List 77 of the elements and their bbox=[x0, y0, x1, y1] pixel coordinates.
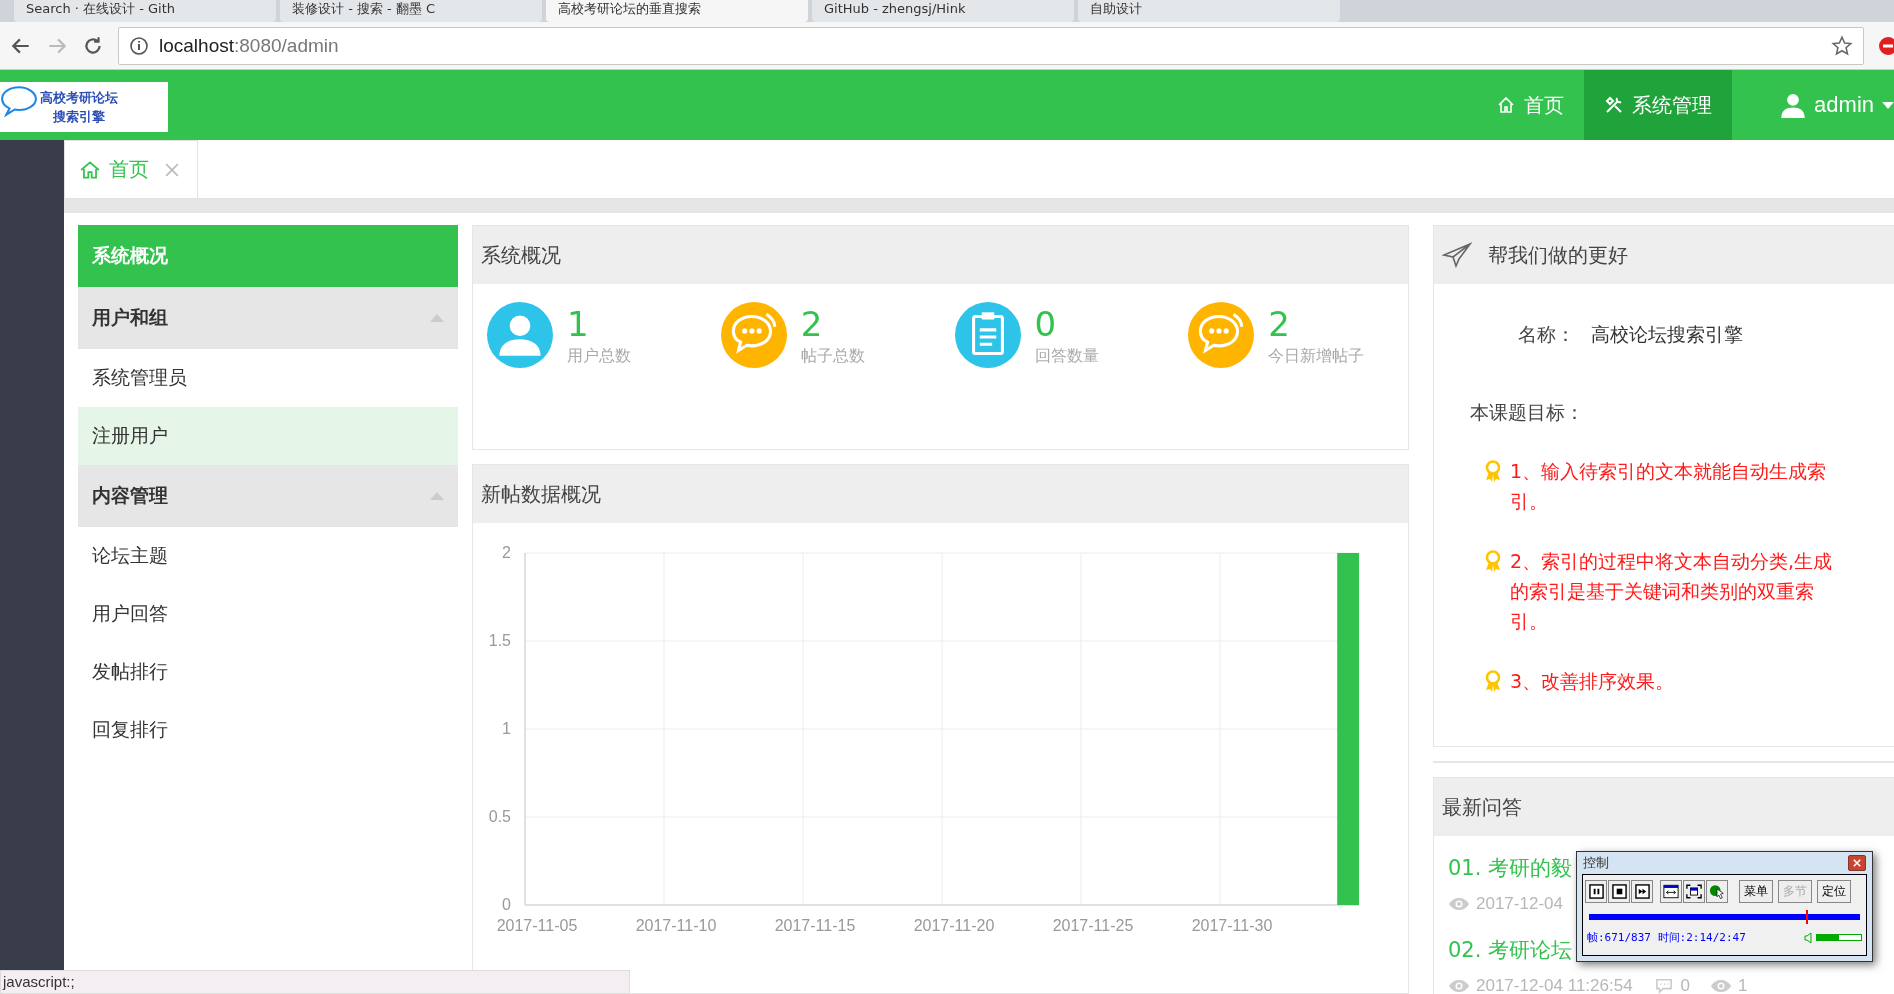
info-icon bbox=[129, 35, 149, 56]
menu-item[interactable]: 回复排行 bbox=[78, 701, 458, 759]
pause-button[interactable] bbox=[1585, 879, 1607, 903]
recorder-button[interactable]: 定位 bbox=[1817, 879, 1851, 903]
stat-label: 用户总数 bbox=[567, 346, 631, 367]
axis-label: 0.5 bbox=[488, 808, 511, 825]
caret-icon bbox=[1882, 101, 1894, 109]
collapse-icon bbox=[430, 492, 444, 500]
window-mode-button[interactable] bbox=[1660, 879, 1682, 903]
project-name: 高校论坛搜索引擎 bbox=[1591, 322, 1743, 347]
axis-label: 2017-11-25 bbox=[1052, 917, 1134, 934]
axis-label: 2017-11-30 bbox=[1191, 917, 1273, 934]
stat-value: 2 bbox=[800, 303, 824, 346]
panel-header: 最新问答 bbox=[1434, 778, 1894, 836]
stat-value: 2 bbox=[1268, 303, 1291, 346]
menu-item[interactable]: 论坛主题 bbox=[78, 527, 458, 585]
address-field[interactable]: localhost:8080/admin bbox=[118, 26, 1864, 65]
goal-text: 1、输入待索引的文本就能自动生成索引。 bbox=[1510, 459, 1828, 514]
collapse-icon bbox=[430, 314, 444, 322]
menu-item[interactable]: 注册用户 bbox=[78, 407, 458, 465]
recorder-button[interactable]: 菜单 bbox=[1739, 879, 1773, 903]
browser-tab[interactable]: 装修设计 - 搜索 - 翻墨 C bbox=[280, 0, 542, 22]
browser-tab[interactable]: 自助设计 bbox=[1078, 0, 1340, 22]
field-label: 名称： bbox=[1518, 322, 1575, 347]
menu-item[interactable]: 发帖排行 bbox=[78, 643, 458, 701]
stat-value: 1 bbox=[567, 303, 590, 346]
stat-label: 回答数量 bbox=[1034, 346, 1099, 367]
axis-label: 1 bbox=[502, 720, 511, 737]
status-bar: javascript:; bbox=[0, 970, 630, 994]
browser-tab[interactable]: Search · 在线设计 - Gith bbox=[14, 0, 276, 22]
volume-slider[interactable] bbox=[1816, 934, 1862, 941]
extension-icon[interactable] bbox=[1878, 35, 1894, 56]
meta-text: 1 bbox=[1738, 976, 1748, 994]
meta-text: 0 bbox=[1680, 976, 1691, 994]
progress-thumb[interactable] bbox=[1805, 910, 1808, 924]
axis-label: 2017-11-05 bbox=[496, 917, 578, 934]
status-text: 帧:671/837 时间:2:14/2:47 bbox=[1587, 930, 1747, 945]
paper-plane-icon bbox=[1442, 242, 1472, 268]
next-button[interactable] bbox=[1631, 879, 1653, 903]
meta-text: 2017-12-04 bbox=[1476, 894, 1563, 914]
logo[interactable]: 高校考研论坛 搜索引擎 bbox=[0, 82, 168, 132]
browser-tab[interactable]: GitHub - zhengsj/Hink bbox=[812, 0, 1074, 22]
cursor-button[interactable] bbox=[1706, 879, 1728, 903]
close-icon bbox=[1853, 859, 1861, 867]
award-icon bbox=[1484, 460, 1502, 482]
stat-value: 0 bbox=[1034, 303, 1058, 346]
meta-text: 2017-12-04 11:26:54 bbox=[1476, 976, 1633, 994]
stop-button[interactable] bbox=[1608, 879, 1630, 903]
goal-text: 2、索引的过程中将文本自动分类,生成的索引是基于关键词和类别的双重索引。 bbox=[1510, 549, 1834, 634]
axis-label: 2017-11-10 bbox=[635, 917, 717, 934]
award-icon bbox=[1484, 670, 1502, 692]
eye-icon bbox=[1448, 896, 1470, 912]
window-title: 控制 bbox=[1583, 854, 1609, 872]
browser-tab[interactable]: 高校考研论坛的垂直搜索 bbox=[546, 0, 808, 22]
panel-header: 帮我们做的更好 bbox=[1434, 226, 1894, 284]
user-icon bbox=[1780, 92, 1807, 118]
axis-label: 2017-11-20 bbox=[913, 917, 995, 934]
panel-header: 新帖数据概况 bbox=[473, 465, 1408, 523]
axis-label: 2017-11-15 bbox=[774, 917, 856, 934]
reload-icon[interactable] bbox=[82, 34, 104, 57]
axis-label: 2 bbox=[502, 544, 511, 561]
stat-label: 今日新增帖子 bbox=[1268, 346, 1365, 367]
close-button[interactable] bbox=[1848, 855, 1866, 871]
stat-label: 帖子总数 bbox=[800, 346, 865, 367]
panel-header: 系统概况 bbox=[473, 226, 1408, 284]
axis-label: 1.5 bbox=[488, 632, 511, 649]
menu-group[interactable]: 内容管理 bbox=[78, 465, 458, 527]
menu-item[interactable]: 系统管理员 bbox=[78, 349, 458, 407]
axis-label: 0 bbox=[502, 896, 511, 913]
menu-item[interactable]: 用户回答 bbox=[78, 585, 458, 643]
award-icon bbox=[1484, 550, 1502, 572]
menu-group[interactable]: 用户和组 bbox=[78, 287, 458, 349]
section-label: 本课题目标： bbox=[1469, 400, 1585, 425]
star-icon[interactable] bbox=[1831, 34, 1853, 57]
goal-text: 3、改善排序效果。 bbox=[1510, 669, 1676, 694]
fullscreen-button[interactable] bbox=[1683, 879, 1705, 903]
speaker-icon bbox=[1804, 931, 1812, 944]
